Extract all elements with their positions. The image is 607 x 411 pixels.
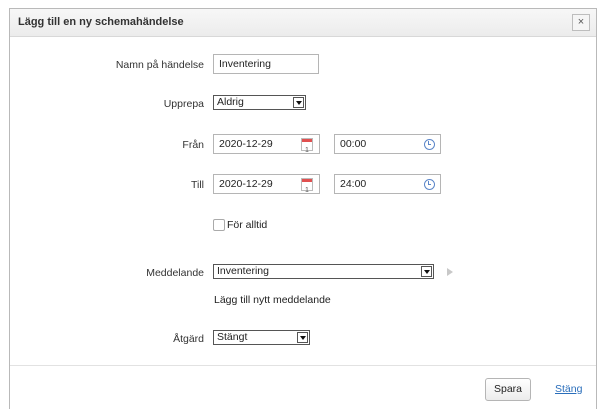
add-message-link[interactable]: Lägg till nytt meddelande — [214, 294, 331, 306]
play-icon[interactable] — [447, 268, 453, 276]
chevron-down-icon — [293, 97, 304, 108]
action-select[interactable]: Stängt — [213, 330, 310, 345]
forever-checkbox[interactable] — [213, 219, 225, 231]
message-select-value: Inventering — [217, 265, 269, 277]
calendar-day: 1 — [305, 187, 309, 194]
to-date-value: 2020-12-29 — [219, 178, 273, 190]
message-label: Meddelande — [146, 267, 204, 279]
calendar-day: 1 — [305, 147, 309, 154]
to-time-value: 24:00 — [340, 178, 367, 190]
event-name-input[interactable]: Inventering — [213, 54, 319, 74]
dialog-footer: Spara Stäng — [10, 365, 596, 411]
from-time-input[interactable]: 00:00 — [334, 134, 441, 154]
clock-icon[interactable] — [424, 139, 435, 150]
to-label: Till — [190, 179, 204, 191]
save-button[interactable]: Spara — [485, 378, 531, 401]
action-select-value: Stängt — [217, 331, 248, 343]
chevron-down-icon — [421, 266, 432, 277]
calendar-icon[interactable]: 1 — [301, 178, 313, 194]
to-date-input[interactable]: 2020-12-29 1 — [213, 174, 320, 194]
clock-icon[interactable] — [424, 179, 435, 190]
dialog-title: Lägg till en ny schemahändelse — [18, 16, 184, 28]
message-select[interactable]: Inventering — [213, 264, 434, 279]
action-label: Åtgärd — [173, 333, 204, 345]
event-name-label: Namn på händelse — [115, 59, 204, 71]
from-date-value: 2020-12-29 — [219, 138, 273, 150]
repeat-label: Upprepa — [163, 98, 204, 110]
from-label: Från — [182, 139, 204, 151]
repeat-select-value: Aldrig — [217, 96, 244, 108]
forever-label: För alltid — [227, 219, 268, 231]
close-icon[interactable]: × — [572, 14, 590, 31]
repeat-select[interactable]: Aldrig — [213, 95, 306, 110]
calendar-icon[interactable]: 1 — [301, 138, 313, 154]
from-time-value: 00:00 — [340, 138, 367, 150]
chevron-down-icon — [297, 332, 308, 343]
dialog-titlebar: Lägg till en ny schemahändelse × — [10, 9, 596, 37]
to-time-input[interactable]: 24:00 — [334, 174, 441, 194]
schedule-event-dialog: Lägg till en ny schemahändelse × Namn på… — [9, 8, 597, 409]
from-date-input[interactable]: 2020-12-29 1 — [213, 134, 320, 154]
close-link[interactable]: Stäng — [555, 383, 582, 395]
